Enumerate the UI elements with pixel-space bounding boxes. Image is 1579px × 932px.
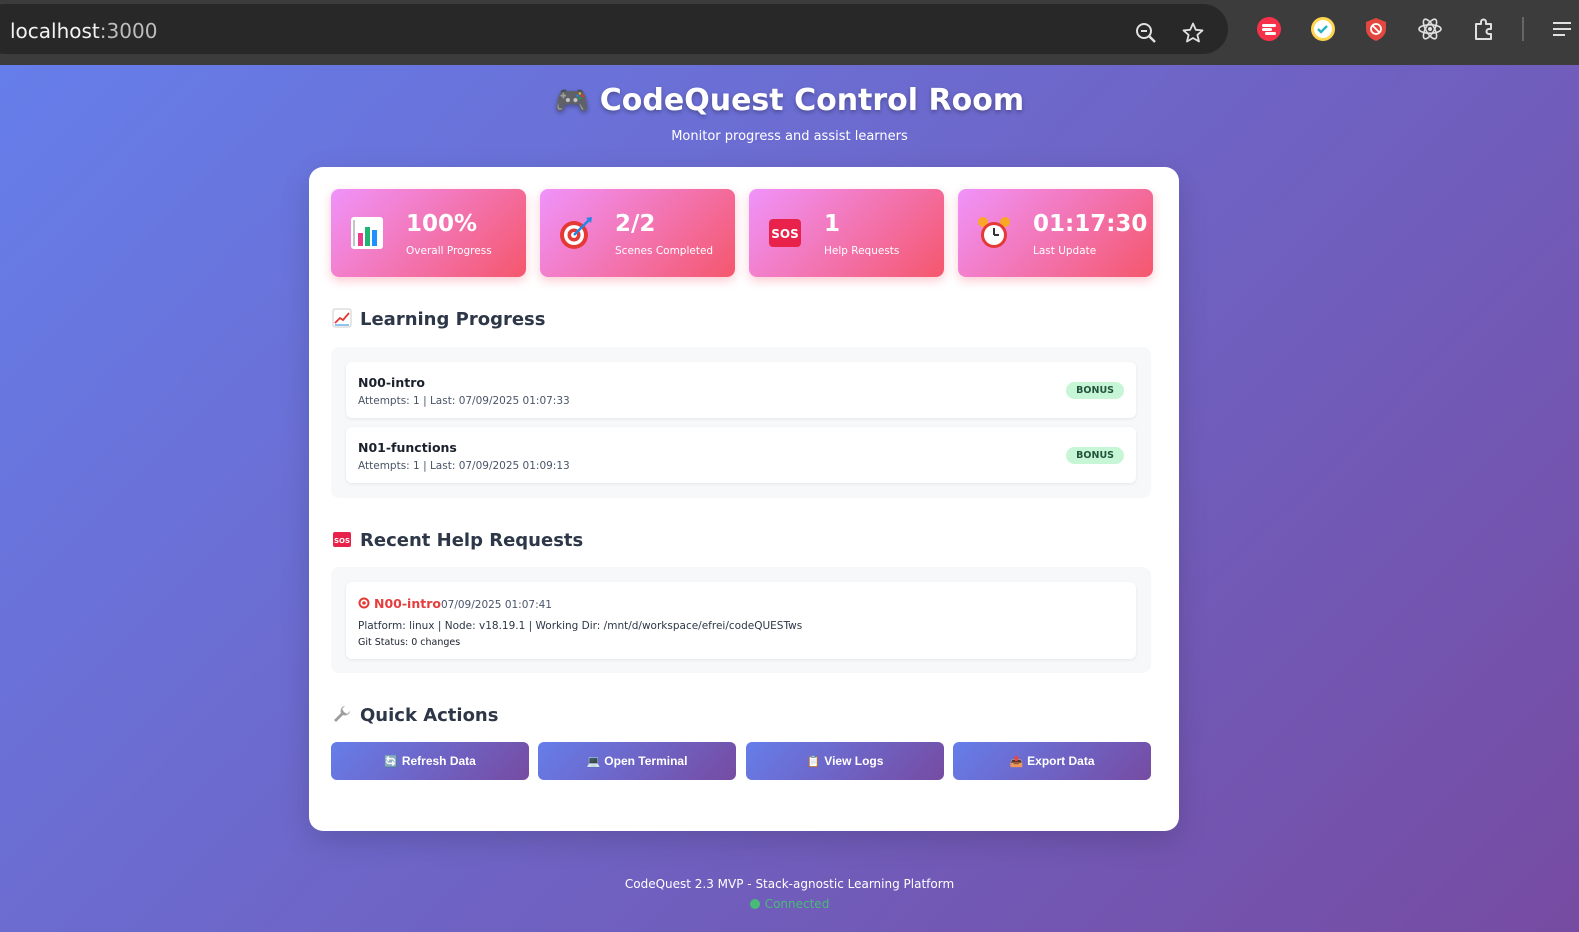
refresh-icon: 🔄	[384, 755, 398, 768]
stat-last-update: 01:17:30 Last Update	[958, 189, 1153, 277]
section-title-actions: Quick Actions	[332, 704, 498, 726]
footer-text: CodeQuest 2.3 MVP - Stack-agnostic Learn…	[624, 877, 955, 891]
help-request-item[interactable]: N00-intro07/09/2025 01:07:41 Platform: l…	[346, 582, 1136, 659]
open-terminal-button[interactable]: 💻 Open Terminal	[538, 742, 736, 780]
view-logs-button[interactable]: 📋 View Logs	[746, 742, 944, 780]
status-badge: BONUS	[1066, 382, 1124, 399]
learning-progress-list: N00-intro Attempts: 1 | Last: 07/09/2025…	[331, 347, 1151, 498]
bar-chart-icon	[351, 217, 383, 249]
url-text[interactable]: localhost:3000	[10, 19, 157, 43]
progress-item-n01-functions[interactable]: N01-functions Attempts: 1 | Last: 07/09/…	[346, 427, 1136, 483]
help-time: 07/09/2025 01:07:41	[440, 599, 552, 611]
target-icon	[560, 217, 592, 249]
extension-clock-icon[interactable]	[1309, 15, 1337, 43]
help-requests-list: N00-intro07/09/2025 01:07:41 Platform: l…	[331, 567, 1151, 673]
help-request-title: N00-intro07/09/2025 01:07:41	[358, 596, 552, 611]
stat-value: 1	[824, 211, 841, 237]
section-title-help: SOS Recent Help Requests	[333, 530, 584, 551]
laptop-icon: 💻	[586, 755, 601, 768]
toolbar-separator	[1522, 17, 1524, 41]
menu-icon[interactable]	[1548, 15, 1576, 43]
stat-scenes-completed: 2/2 Scenes Completed	[540, 189, 735, 277]
gamepad-icon: 🎮	[554, 84, 590, 117]
bookmark-star-icon[interactable]	[1179, 19, 1207, 47]
stat-value: 01:17:30	[1033, 211, 1148, 237]
stat-label: Overall Progress	[406, 245, 492, 257]
scene-meta: Attempts: 1 | Last: 07/09/2025 01:07:33	[358, 395, 570, 407]
wrench-icon	[334, 706, 350, 722]
extensions-puzzle-icon[interactable]	[1470, 15, 1498, 43]
alarm-clock-icon	[978, 217, 1010, 248]
svg-text:SOS: SOS	[771, 227, 799, 241]
stat-value: 2/2	[615, 211, 656, 237]
stat-label: Last Update	[1033, 245, 1097, 257]
zoom-icon[interactable]	[1132, 19, 1160, 47]
page-subtitle: Monitor progress and assist learners	[671, 129, 908, 144]
status-badge: BONUS	[1066, 447, 1124, 464]
scene-meta: Attempts: 1 | Last: 07/09/2025 01:09:13	[358, 460, 570, 472]
clipboard-icon: 📋	[806, 755, 821, 768]
react-devtools-icon[interactable]	[1416, 15, 1444, 43]
progress-item-n00-intro[interactable]: N00-intro Attempts: 1 | Last: 07/09/2025…	[346, 362, 1136, 418]
export-icon: 📤	[1009, 755, 1024, 768]
stat-help-requests: SOS 1 Help Requests	[749, 189, 944, 277]
dashboard-card: 100% Overall Progress 2/2 Scenes Complet…	[309, 167, 1179, 831]
stat-value: 100%	[406, 211, 478, 237]
section-title-learning: Learning Progress	[332, 308, 545, 330]
export-data-button[interactable]: 📤 Export Data	[953, 742, 1151, 780]
page-background: 🎮 CodeQuest Control Room Monitor progress…	[0, 65, 1579, 932]
stat-label: Scenes Completed	[615, 245, 714, 257]
help-details: Platform: linux | Node: v18.19.1 | Worki…	[358, 620, 803, 632]
stat-overall-progress: 100% Overall Progress	[331, 189, 526, 277]
help-git-status: Git Status: 0 changes	[358, 637, 461, 648]
browser-toolbar: i localhost:3000	[0, 0, 1579, 65]
stat-label: Help Requests	[824, 245, 900, 257]
chart-increasing-icon	[332, 308, 352, 328]
target-icon	[358, 597, 370, 609]
extension-red-icon[interactable]	[1255, 15, 1283, 43]
status-dot-icon	[749, 899, 760, 909]
svg-text:SOS: SOS	[334, 537, 350, 545]
extension-shield-icon[interactable]	[1362, 15, 1390, 43]
help-scene: N00-intro	[374, 596, 441, 611]
sos-icon: SOS	[333, 532, 351, 547]
scene-name: N00-intro	[358, 375, 425, 390]
sos-icon: SOS	[769, 219, 801, 247]
refresh-data-button[interactable]: 🔄 Refresh Data	[331, 742, 529, 780]
address-bar[interactable]: i localhost:3000	[0, 4, 1228, 54]
connection-status: Connected	[0, 897, 1579, 911]
page-title: 🎮 CodeQuest Control Room	[554, 83, 1025, 118]
scene-name: N01-functions	[358, 440, 457, 455]
